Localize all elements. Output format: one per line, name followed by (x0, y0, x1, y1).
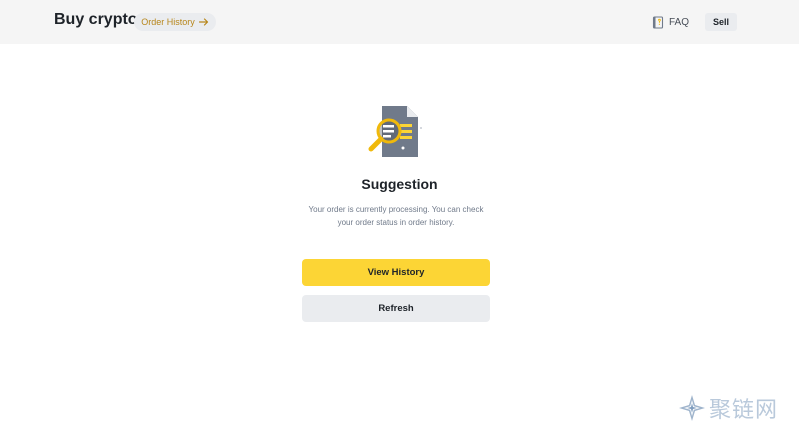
refresh-button[interactable]: Refresh (302, 295, 490, 322)
faq-book-icon (652, 15, 664, 29)
arrow-right-icon (198, 18, 208, 26)
view-history-button[interactable]: View History (302, 259, 490, 286)
watermark: 聚链网 (678, 394, 779, 423)
sell-button[interactable]: Sell (705, 13, 737, 31)
page-title: Buy crypto (54, 11, 138, 28)
faq-label: FAQ (669, 16, 690, 28)
document-search-icon (368, 106, 422, 157)
order-history-label: Order History (141, 17, 195, 27)
status-message: Your order is currently processing. You … (308, 205, 484, 227)
top-header: Buy crypto Order History FAQ Sell (0, 0, 799, 44)
faq-link[interactable]: FAQ (652, 14, 689, 30)
watermark-text: 聚链网 (709, 398, 779, 423)
order-history-link[interactable]: Order History (134, 13, 216, 31)
suggestion-heading: Suggestion (361, 176, 438, 192)
watermark-logo-icon (679, 395, 705, 421)
